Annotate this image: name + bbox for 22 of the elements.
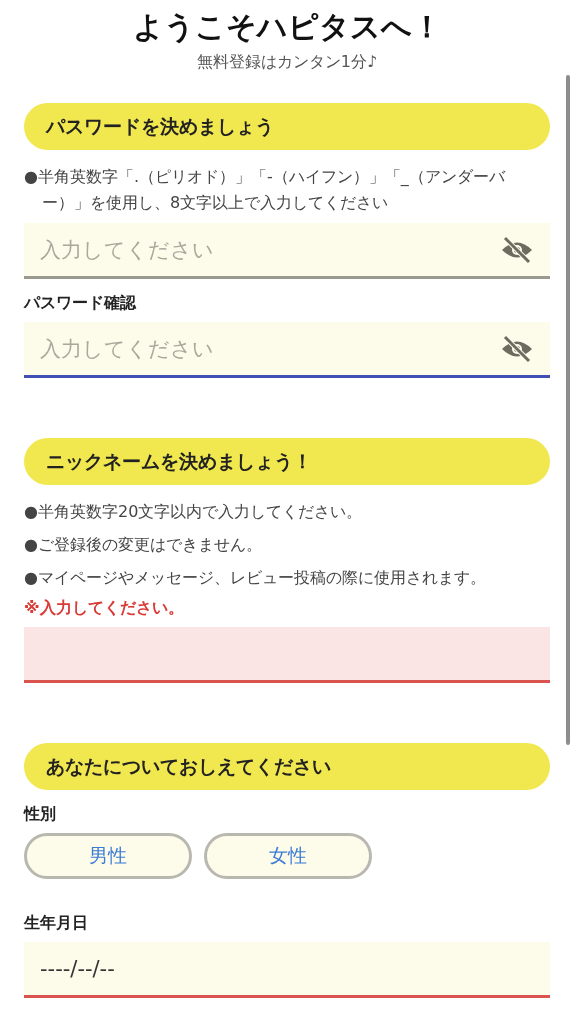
hint-text: ●ご登録後の変更はできません。 [24,534,263,556]
eye-off-icon[interactable] [500,334,534,364]
input-field[interactable]: 入力してください [24,223,550,279]
field-label: 性別 [24,804,57,825]
gender-option[interactable]: 男性 [24,833,192,879]
input-field[interactable] [24,627,550,683]
input-field[interactable]: 入力してください [24,322,550,378]
hint-text: ●半角英数字「.（ピリオド）」「-（ハイフン）」「_（アンダーバー）」を使用し、8文字以上で入力してください [24,166,506,214]
subtitle: 無料登録はカンタン1分♪ [196,52,378,73]
hint-text: ●マイページやメッセージ、レビュー投稿の際に使用されます。 [24,567,487,589]
section-heading: あなたについておしえてください [24,743,550,790]
scrollbar[interactable] [566,75,570,745]
field-label: 生年月日 [24,913,89,934]
section-heading: ニックネームを決めましょう！ [24,438,550,485]
hint-text: ●半角英数字20文字以内で入力してください。 [24,501,364,523]
section-heading: パスワードを決めましょう [24,103,550,150]
input-field[interactable]: ----/--/-- [24,942,550,998]
error-message: ※入力してください。 [24,598,185,619]
gender-option[interactable]: 女性 [204,833,372,879]
eye-off-icon[interactable] [500,235,534,265]
field-label: パスワード確認 [24,293,137,314]
page-title: ようこそハピタスへ！ [131,8,443,46]
